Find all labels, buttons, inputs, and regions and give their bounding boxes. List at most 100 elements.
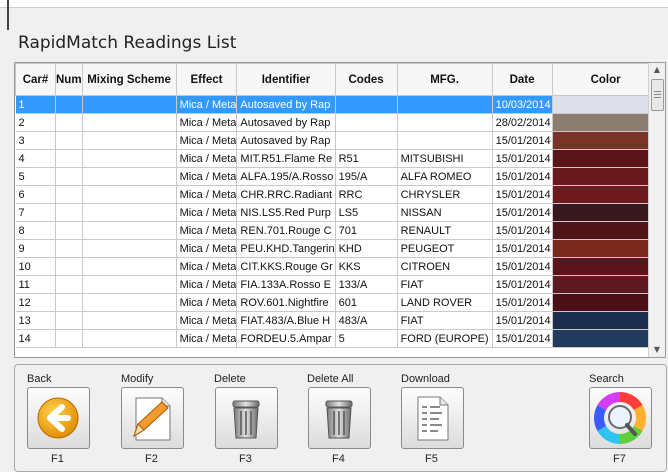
color-swatch-cell — [552, 131, 660, 150]
back-button-group: Back F1 — [15, 365, 95, 469]
identifier-cell: FIAT.483/A.Blue H — [236, 311, 336, 330]
codes-cell: 133/A — [335, 275, 398, 294]
bottom-toolbar: Back F1 Modify F2 Delete F3 Delete All F… — [14, 364, 667, 472]
identifier-cell: CIT.KKS.Rouge Gr — [236, 257, 336, 276]
table-row[interactable]: 9 Mica / Meta PEU.KHD.Tangerin KHD PEUGEOT 15… — [15, 239, 660, 258]
column-header-effect[interactable]: Effect — [175, 63, 238, 96]
num-cell — [55, 239, 83, 258]
num-cell — [55, 95, 83, 114]
delete-all-hotkey: F4 — [332, 453, 345, 465]
delete-button[interactable] — [215, 387, 278, 449]
delete-all-label: Delete All — [307, 373, 354, 385]
mixing-scheme-cell — [82, 311, 177, 330]
table-row[interactable]: 1 Mica / Meta Autosaved by Rap 10/03/2014 — [15, 95, 660, 114]
effect-cell: Mica / Meta — [176, 95, 238, 114]
codes-cell: R51 — [335, 149, 398, 168]
table-row[interactable]: 12 Mica / Meta ROV.601.Nightfire 601 LAND RO… — [15, 293, 660, 312]
color-swatch-cell — [552, 239, 660, 258]
header-row: Car# Num Mixing Scheme Effect Identifier… — [15, 63, 660, 96]
download-button[interactable] — [401, 387, 464, 449]
color-swatch-cell — [552, 311, 660, 330]
effect-cell: Mica / Meta — [176, 257, 238, 276]
color-swatch-cell — [552, 275, 660, 294]
table-row[interactable]: 10 Mica / Meta CIT.KKS.Rouge Gr KKS CITROEN 1… — [15, 257, 660, 276]
column-header-identifier[interactable]: Identifier — [236, 63, 336, 96]
column-header-num[interactable]: Num — [55, 63, 83, 96]
readings-table: Car# Num Mixing Scheme Effect Identifier… — [15, 63, 660, 348]
delete-label: Delete — [214, 373, 246, 385]
identifier-cell: FORDEU.5.Ampar — [236, 329, 336, 348]
mfg-cell: LAND ROVER — [397, 293, 493, 312]
car-cell: 11 — [15, 275, 56, 294]
scroll-up-icon[interactable]: ▲ — [649, 63, 665, 77]
mfg-cell: FIAT — [397, 275, 493, 294]
mfg-cell — [397, 131, 493, 150]
date-cell: 15/01/2014 — [492, 149, 553, 168]
color-swatch-cell — [552, 203, 660, 222]
column-header-car[interactable]: Car# — [15, 63, 56, 96]
car-cell: 10 — [15, 257, 56, 276]
effect-cell: Mica / Meta — [176, 293, 238, 312]
codes-cell — [335, 131, 398, 150]
table-row[interactable]: 11 Mica / Meta FIA.133A.Rosso E 133/A FIAT 15… — [15, 275, 660, 294]
vertical-scrollbar[interactable]: ▲ ▼ — [648, 63, 665, 357]
column-header-codes[interactable]: Codes — [334, 63, 398, 96]
table-row[interactable]: 6 Mica / Meta CHR.RRC.Radiant RRC CHRYSLER 15… — [15, 185, 660, 204]
mfg-cell: MITSUBISHI — [397, 149, 493, 168]
delete-all-button[interactable] — [308, 387, 371, 449]
table-row[interactable]: 5 Mica / Meta ALFA.195/A.Rosso 195/A ALFA RO… — [15, 167, 660, 186]
search-button-group: Search F7 — [575, 365, 655, 469]
date-cell: 15/01/2014 — [492, 167, 553, 186]
identifier-cell: Autosaved by Rap — [236, 95, 336, 114]
scroll-down-icon[interactable]: ▼ — [649, 343, 665, 357]
identifier-cell: PEU.KHD.Tangerin — [236, 239, 336, 258]
color-swatch-cell — [552, 167, 660, 186]
search-button[interactable] — [589, 387, 652, 449]
identifier-cell: REN.701.Rouge C — [236, 221, 336, 240]
color-swatch-cell — [552, 95, 660, 114]
column-header-mixing-scheme[interactable]: Mixing Scheme — [81, 63, 177, 96]
codes-cell: 701 — [335, 221, 398, 240]
color-swatch-cell — [552, 113, 660, 132]
table-row[interactable]: 8 Mica / Meta REN.701.Rouge C 701 RENAULT 15/… — [15, 221, 660, 240]
table-row[interactable]: 4 Mica / Meta MIT.R51.Flame Re R51 MITSUBISH… — [15, 149, 660, 168]
scroll-thumb[interactable] — [651, 79, 664, 111]
num-cell — [55, 203, 83, 222]
table-row[interactable]: 13 Mica / Meta FIAT.483/A.Blue H 483/A FIAT 1… — [15, 311, 660, 330]
color-swatch-cell — [552, 329, 660, 348]
mfg-cell: NISSAN — [397, 203, 493, 222]
codes-cell — [335, 95, 398, 114]
search-label: Search — [589, 373, 624, 385]
codes-cell: 5 — [335, 329, 398, 348]
back-label: Back — [27, 373, 52, 385]
num-cell — [55, 131, 83, 150]
column-header-color[interactable]: Color — [551, 63, 660, 96]
search-hotkey: F7 — [613, 453, 626, 465]
date-cell: 10/03/2014 — [492, 95, 553, 114]
table-row[interactable]: 3 Mica / Meta Autosaved by Rap 15/01/2014 — [15, 131, 660, 150]
readings-grid[interactable]: Car# Num Mixing Scheme Effect Identifier… — [14, 62, 666, 358]
modify-button-group: Modify F2 — [108, 365, 188, 469]
codes-cell: KHD — [335, 239, 398, 258]
mixing-scheme-cell — [82, 185, 177, 204]
trash-can-icon — [325, 400, 353, 439]
table-row[interactable]: 14 Mica / Meta FORDEU.5.Ampar 5 FORD (EUROPE… — [15, 329, 660, 348]
car-cell: 6 — [15, 185, 56, 204]
back-button[interactable] — [27, 387, 90, 449]
codes-cell: KKS — [335, 257, 398, 276]
column-header-date[interactable]: Date — [491, 63, 553, 96]
effect-cell: Mica / Meta — [176, 167, 238, 186]
table-row[interactable]: 7 Mica / Meta NIS.LS5.Red Purp LS5 NISSAN 15/… — [15, 203, 660, 222]
modify-pencil-icon — [133, 397, 171, 441]
table-row[interactable]: 2 Mica / Meta Autosaved by Rap 28/02/2014 — [15, 113, 660, 132]
modify-button[interactable] — [121, 387, 184, 449]
effect-cell: Mica / Meta — [176, 131, 238, 150]
date-cell: 15/01/2014 — [492, 239, 553, 258]
car-cell: 14 — [15, 329, 56, 348]
mfg-cell: RENAULT — [397, 221, 493, 240]
date-cell: 15/01/2014 — [492, 311, 553, 330]
mfg-cell: FORD (EUROPE) — [397, 329, 493, 348]
effect-cell: Mica / Meta — [176, 113, 238, 132]
column-header-mfg[interactable]: MFG. — [396, 63, 493, 96]
codes-cell: 601 — [335, 293, 398, 312]
